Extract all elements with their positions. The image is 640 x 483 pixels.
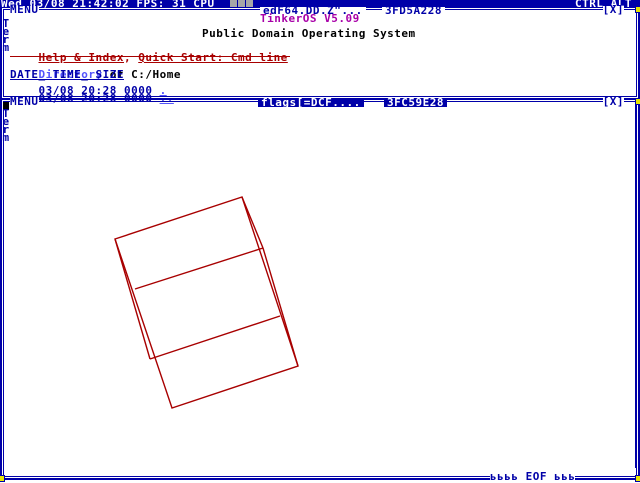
- cube-edge: [134, 247, 264, 290]
- cube-face-outline: [114, 196, 299, 409]
- cube-edge: [241, 196, 264, 249]
- cube-edge: [114, 238, 151, 360]
- cube-edge: [149, 315, 281, 360]
- cube-edge: [262, 247, 299, 367]
- wireframe-cube: [114, 196, 299, 409]
